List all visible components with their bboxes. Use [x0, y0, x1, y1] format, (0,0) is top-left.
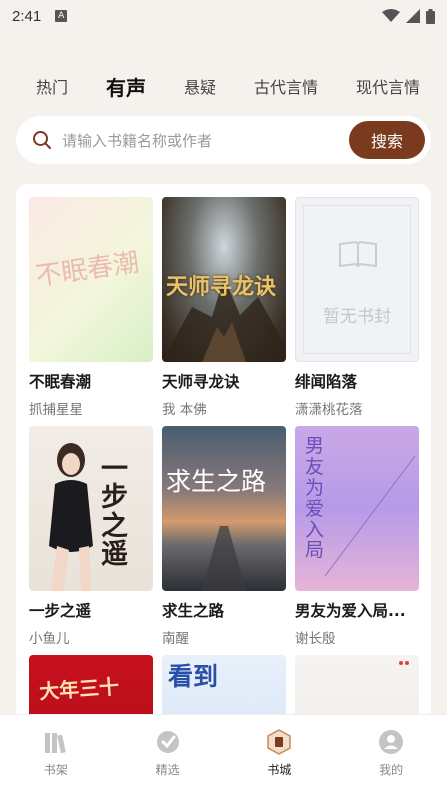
book-item[interactable]: 一步之遥 一步之遥 小鱼儿 — [29, 426, 153, 647]
book-cover[interactable]: 一步之遥 — [29, 426, 153, 591]
cover-title: 不眠春潮 — [33, 247, 141, 293]
book-cover[interactable]: 不眠春潮 — [29, 197, 153, 362]
battery-icon — [426, 8, 435, 24]
book-cover[interactable]: 暂无书封 — [295, 197, 419, 362]
decorative-dots — [405, 661, 409, 665]
nav-featured[interactable]: 精选 — [112, 715, 224, 794]
book-title: 不眠春潮 — [29, 373, 92, 391]
nav-label: 我的 — [379, 763, 404, 777]
book-placeholder-icon — [339, 240, 377, 268]
cover-title: 天师寻龙诀 — [166, 274, 277, 300]
book-title: 一步之遥 — [29, 602, 92, 620]
book-author: 南醒 — [162, 631, 189, 647]
profile-icon — [379, 730, 404, 754]
book-item[interactable]: 不眠春潮 不眠春潮 抓捕星星 — [29, 197, 153, 418]
search-input[interactable]: 请输入书籍名称或作者 — [62, 130, 212, 151]
status-time: 2:41 — [12, 7, 42, 25]
book-item[interactable]: 暂无书封 绯闻陷落 潇潇桃花落 — [295, 197, 419, 418]
nav-label: 精选 — [155, 763, 180, 777]
book-item[interactable]: 求生之路 求生之路 南醒 — [162, 426, 286, 647]
book-author: 抓捕星星 — [29, 402, 83, 418]
search-icon — [33, 131, 51, 149]
book-author: 潇潇桃花落 — [295, 402, 363, 418]
bottom-nav: 书架 精选 书城 我的 — [0, 714, 447, 794]
status-bar: 2:41 A — [0, 0, 447, 32]
category-tabs: 热门 有声 悬疑 古代言情 现代言情 — [0, 70, 447, 102]
book-item[interactable]: 男友为爱入局 男友为爱入局... 谢长殷 — [295, 426, 419, 647]
tab-suspense[interactable]: 悬疑 — [184, 74, 216, 98]
pier-illustration — [202, 526, 246, 591]
book-author: 谢长殷 — [295, 631, 336, 647]
book-grid: 不眠春潮 不眠春潮 抓捕星星 天师寻龙诀 天师寻龙诀 我 本佛 暂无书封 绯闻陷… — [16, 184, 431, 794]
cover-title: 大年三十 — [38, 674, 120, 704]
nav-bookstore[interactable]: 书城 — [224, 715, 336, 794]
notification-icon: A — [55, 10, 68, 22]
book-cover[interactable]: 求生之路 — [162, 426, 286, 591]
decorative-line — [324, 455, 416, 577]
nav-profile[interactable]: 我的 — [335, 715, 447, 794]
book-title: 求生之路 — [162, 602, 225, 620]
book-author: 我 本佛 — [162, 402, 207, 418]
cover-title: 看到 — [168, 662, 219, 691]
search-button[interactable]: 搜索 — [349, 121, 425, 159]
featured-icon — [156, 731, 179, 753]
signal-icon — [406, 9, 420, 23]
search-bar[interactable]: 请输入书籍名称或作者 搜索 — [16, 116, 431, 164]
book-title: 绯闻陷落 — [295, 373, 358, 391]
tab-modern-romance[interactable]: 现代言情 — [356, 74, 420, 98]
wifi-icon — [382, 9, 400, 22]
bookshelf-icon — [44, 733, 66, 754]
tab-hot[interactable]: 热门 — [36, 74, 68, 98]
book-author: 小鱼儿 — [29, 631, 70, 647]
nav-bookshelf[interactable]: 书架 — [0, 715, 112, 794]
book-cover[interactable]: 天师寻龙诀 — [162, 197, 286, 362]
tab-ancient-romance[interactable]: 古代言情 — [254, 74, 318, 98]
cover-title: 一步之遥 — [101, 454, 128, 571]
nav-label: 书城 — [267, 763, 292, 777]
cover-title: 求生之路 — [166, 467, 267, 496]
cover-title: 暂无书封 — [323, 307, 391, 327]
book-item[interactable]: 天师寻龙诀 天师寻龙诀 我 本佛 — [162, 197, 286, 418]
book-title: 天师寻龙诀 — [162, 373, 240, 391]
bookstore-icon — [267, 729, 292, 755]
tab-audio[interactable]: 有声 — [106, 72, 146, 101]
book-cover[interactable]: 男友为爱入局 — [295, 426, 419, 591]
nav-label: 书架 — [43, 763, 68, 777]
book-title: 男友为爱入局... — [295, 602, 406, 620]
